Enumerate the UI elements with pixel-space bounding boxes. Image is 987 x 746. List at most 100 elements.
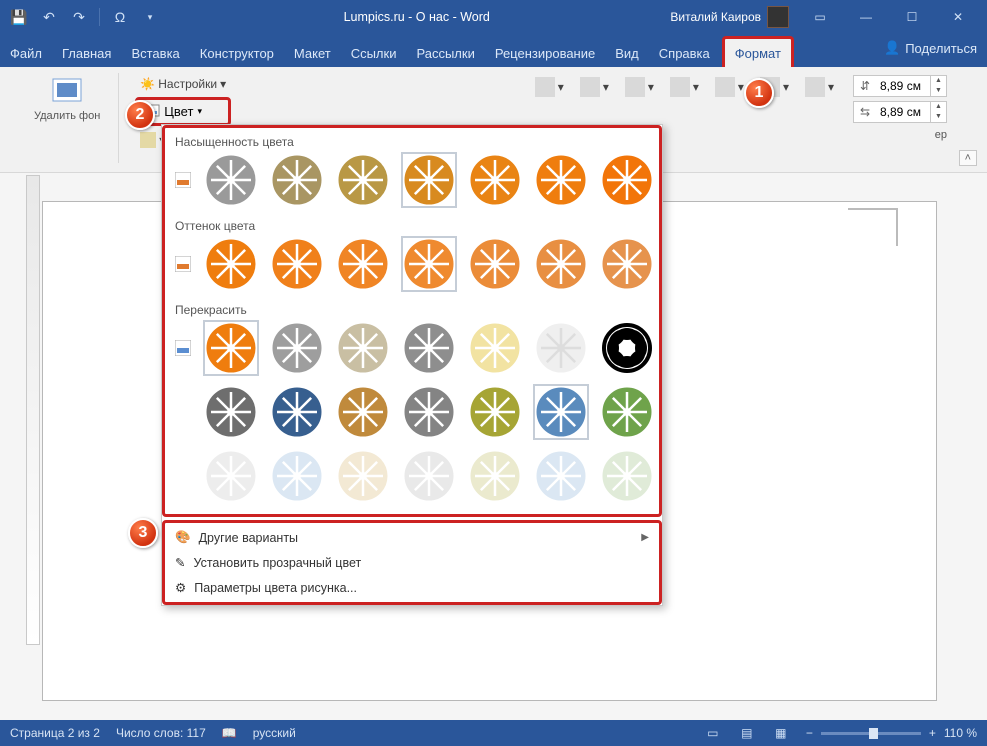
print-layout-icon[interactable]: ▤: [738, 725, 756, 741]
color-swatch[interactable]: [469, 238, 521, 290]
color-swatch[interactable]: [403, 238, 455, 290]
tab-format[interactable]: Формат: [722, 36, 794, 67]
picture-effects-button[interactable]: ▾: [620, 75, 659, 99]
tone-heading: Оттенок цвета: [169, 216, 655, 236]
zoom-slider[interactable]: [821, 732, 921, 735]
status-bar: Страница 2 из 2 Число слов: 117 📖 русски…: [0, 720, 987, 746]
color-swatch[interactable]: [403, 386, 455, 438]
qat-more-icon[interactable]: ▾: [137, 4, 163, 30]
shape-height-input[interactable]: ⇵ ▲▼: [853, 75, 947, 97]
corrections-button[interactable]: ☀️ Настройки▾: [135, 75, 231, 93]
minimize-icon[interactable]: —: [843, 0, 889, 34]
tab-review[interactable]: Рецензирование: [485, 39, 605, 67]
color-swatch[interactable]: [403, 154, 455, 206]
quick-access-toolbar: 💾 ↶ ↷ Ω ▾: [6, 4, 163, 30]
collapse-ribbon-icon[interactable]: ˄: [959, 150, 977, 166]
share-label: Поделиться: [905, 41, 977, 56]
color-swatch[interactable]: [337, 322, 389, 374]
submenu-arrow-icon: ▶: [641, 532, 649, 543]
color-swatch[interactable]: [205, 386, 257, 438]
page-indicator[interactable]: Страница 2 из 2: [10, 726, 100, 740]
tab-references[interactable]: Ссылки: [341, 39, 407, 67]
tab-help[interactable]: Справка: [649, 39, 720, 67]
omega-icon[interactable]: Ω: [107, 4, 133, 30]
spinner-up-icon[interactable]: ▲: [931, 76, 946, 86]
zoom-out-icon[interactable]: −: [806, 726, 813, 740]
spellcheck-icon[interactable]: 📖: [222, 726, 237, 740]
color-swatch[interactable]: [337, 386, 389, 438]
set-transparent-color-item[interactable]: ✎ Установить прозрачный цвет: [165, 550, 659, 575]
picture-border-button[interactable]: ▾: [575, 75, 614, 99]
color-swatch[interactable]: [469, 322, 521, 374]
color-swatch[interactable]: [205, 154, 257, 206]
color-swatch[interactable]: [271, 154, 323, 206]
set-transparent-icon: ✎: [175, 555, 185, 570]
spinner-down-icon[interactable]: ▼: [931, 112, 946, 122]
annotation-badge-3: 3: [128, 518, 158, 548]
color-swatch[interactable]: [601, 450, 653, 502]
remove-background-button[interactable]: Удалить фон: [28, 71, 106, 126]
color-swatch[interactable]: [337, 450, 389, 502]
wrap-text-button[interactable]: ▾: [710, 75, 749, 99]
language-indicator[interactable]: русский: [253, 726, 296, 740]
undo-icon[interactable]: ↶: [36, 4, 62, 30]
save-icon[interactable]: 💾: [6, 4, 32, 30]
zoom-in-icon[interactable]: +: [929, 726, 936, 740]
color-swatch[interactable]: [271, 450, 323, 502]
color-swatch[interactable]: [205, 450, 257, 502]
color-swatch[interactable]: [535, 238, 587, 290]
position-button[interactable]: ▾: [665, 75, 704, 99]
color-swatch[interactable]: [205, 322, 257, 374]
tab-home[interactable]: Главная: [52, 39, 121, 67]
color-swatch[interactable]: [403, 450, 455, 502]
tab-mailings[interactable]: Рассылки: [406, 39, 484, 67]
color-swatch[interactable]: [535, 322, 587, 374]
maximize-icon[interactable]: ☐: [889, 0, 935, 34]
color-swatch[interactable]: [469, 154, 521, 206]
color-swatch[interactable]: [205, 238, 257, 290]
ribbon-display-options-icon[interactable]: ▭: [797, 0, 843, 34]
tab-layout[interactable]: Макет: [284, 39, 341, 67]
shape-width-field[interactable]: [876, 105, 930, 119]
zoom-slider-thumb[interactable]: [869, 728, 878, 739]
shape-width-input[interactable]: ⇆ ▲▼: [853, 101, 947, 123]
crop-button[interactable]: ▾: [800, 75, 839, 99]
width-icon: ⇆: [854, 105, 876, 119]
color-swatch[interactable]: [601, 238, 653, 290]
more-variants-item[interactable]: 🎨 Другие варианты ▶: [165, 525, 659, 550]
height-icon: ⇵: [854, 79, 876, 93]
color-swatch[interactable]: [601, 386, 653, 438]
zoom-control[interactable]: − + 110 %: [806, 726, 977, 740]
spinner-up-icon[interactable]: ▲: [931, 102, 946, 112]
color-swatch[interactable]: [535, 386, 587, 438]
color-swatch[interactable]: [403, 322, 455, 374]
close-icon[interactable]: ✕: [935, 0, 981, 34]
color-swatch[interactable]: [337, 154, 389, 206]
color-swatch[interactable]: [271, 386, 323, 438]
tab-file[interactable]: Файл: [0, 39, 52, 67]
tab-insert[interactable]: Вставка: [121, 39, 189, 67]
color-swatch[interactable]: [469, 450, 521, 502]
color-swatch[interactable]: [601, 322, 653, 374]
color-swatch[interactable]: [271, 238, 323, 290]
color-dropdown-chevron-icon: ▾: [197, 106, 202, 117]
share-button[interactable]: 👤 Поделиться: [884, 40, 977, 56]
read-mode-icon[interactable]: ▭: [704, 725, 722, 741]
picture-styles-button[interactable]: ▾: [530, 75, 569, 99]
color-swatch[interactable]: [535, 450, 587, 502]
tab-design[interactable]: Конструктор: [190, 39, 284, 67]
color-swatch[interactable]: [337, 238, 389, 290]
spinner-down-icon[interactable]: ▼: [931, 86, 946, 96]
color-swatch[interactable]: [601, 154, 653, 206]
color-swatch[interactable]: [469, 386, 521, 438]
shape-height-field[interactable]: [876, 79, 930, 93]
tab-view[interactable]: Вид: [605, 39, 649, 67]
color-swatch[interactable]: [535, 154, 587, 206]
zoom-value[interactable]: 110 %: [944, 726, 977, 740]
picture-color-options-item[interactable]: ⚙ Параметры цвета рисунка...: [165, 575, 659, 600]
color-swatch[interactable]: [271, 322, 323, 374]
account-area[interactable]: Виталий Каиров: [670, 6, 789, 28]
redo-icon[interactable]: ↷: [66, 4, 92, 30]
web-layout-icon[interactable]: ▦: [772, 725, 790, 741]
word-count[interactable]: Число слов: 117: [116, 726, 206, 740]
